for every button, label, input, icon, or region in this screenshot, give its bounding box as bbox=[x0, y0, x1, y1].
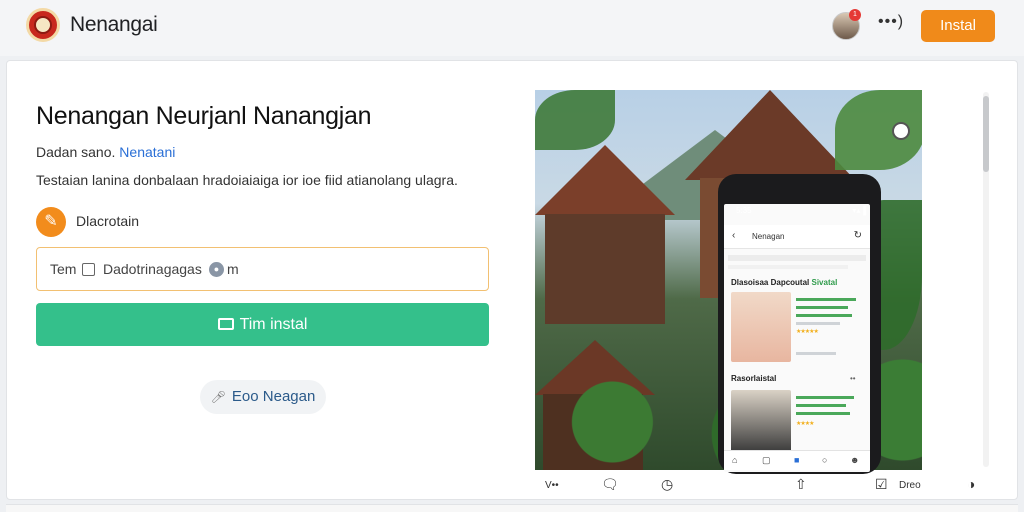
rating-stars: ★★★★★ bbox=[796, 329, 819, 335]
refresh-icon[interactable]: ↻ bbox=[854, 230, 862, 241]
toolbar-item-1[interactable]: V•• bbox=[545, 480, 559, 491]
subline-link[interactable]: Nenatani bbox=[119, 144, 175, 160]
gallery-icon[interactable] bbox=[892, 122, 910, 140]
phone-text-line bbox=[796, 322, 840, 325]
house-wall bbox=[545, 214, 665, 324]
phone-section-title-b: Dapcoutal bbox=[770, 278, 810, 287]
phone-more[interactable]: •• bbox=[850, 374, 856, 383]
phone-thumbnail[interactable] bbox=[731, 292, 791, 362]
home-icon[interactable]: ⌂ bbox=[732, 455, 737, 465]
phone-text-line bbox=[796, 306, 848, 309]
chip-label: Eoo Neagan bbox=[231, 388, 316, 405]
toolbar-item-2[interactable]: Dreo bbox=[899, 480, 921, 491]
house-roof bbox=[685, 90, 855, 180]
logo-emblem bbox=[34, 16, 52, 34]
phone-thumbnail[interactable] bbox=[731, 390, 791, 452]
app-logo[interactable] bbox=[26, 8, 60, 42]
checkbox-icon[interactable] bbox=[82, 263, 95, 276]
bottom-toolbar: V•• 🗨︎ ◷ ⇧ ☑ Dreo ◑ bbox=[535, 470, 1005, 500]
input-value: Dadotrinagagas bbox=[103, 261, 202, 277]
subline-text: Dadan sano. bbox=[36, 144, 116, 160]
more-icon[interactable]: •••) bbox=[878, 13, 904, 31]
image-icon bbox=[217, 318, 234, 330]
phone-text-line bbox=[796, 314, 852, 317]
phone-clock: 5:35 bbox=[736, 206, 752, 215]
bottom-edge bbox=[6, 504, 1018, 512]
clock-icon[interactable]: ◷ bbox=[661, 476, 673, 493]
input-prefix: Tem bbox=[50, 261, 77, 277]
palm-leaf bbox=[535, 90, 615, 150]
notification-badge: 1 bbox=[849, 9, 861, 21]
share-icon[interactable]: ⇧ bbox=[795, 476, 807, 493]
submit-label: Tim instal bbox=[239, 316, 308, 333]
chip-button[interactable]: 🎤︎ Eoo Neagan bbox=[200, 380, 326, 414]
profile-icon[interactable]: ☻ bbox=[850, 455, 859, 465]
phone-text-line bbox=[796, 352, 836, 355]
edit-circle-icon: ✎ bbox=[36, 207, 66, 237]
install-button[interactable]: Instal bbox=[921, 10, 995, 42]
phone-app-bar: ‹ Nenagan ↻ bbox=[724, 225, 870, 249]
house-roof bbox=[535, 145, 675, 215]
grid-icon[interactable]: ▢ bbox=[762, 455, 771, 466]
search-input[interactable]: Tem Dadotrinagagas ● m bbox=[36, 247, 489, 291]
phone-text-line bbox=[796, 298, 856, 301]
phone-section-title-2: Rasorlaistal bbox=[731, 374, 777, 383]
phone-text-line bbox=[796, 404, 846, 407]
phone-section-title: Dlasoisaa Dapcoutal Sivatal bbox=[731, 278, 837, 287]
globe-icon[interactable]: ◑ bbox=[967, 476, 975, 492]
page-title: Nenangan Neurjanl Nanangjan bbox=[36, 102, 372, 130]
phone-sub-strip bbox=[728, 265, 848, 269]
bot-icon: ● bbox=[209, 262, 224, 277]
subline: Dadan sano. Nenatani bbox=[36, 144, 175, 160]
back-icon[interactable]: ‹ bbox=[732, 230, 735, 241]
chat-icon[interactable]: 🗨︎ bbox=[601, 476, 619, 493]
chat-icon[interactable]: ○ bbox=[822, 455, 827, 465]
phone-text-line bbox=[796, 396, 854, 399]
checkbox-note-icon[interactable]: ☑ bbox=[875, 476, 888, 493]
phone-nav-bar: ⌂ ▢ ■ ○ ☻ bbox=[724, 450, 870, 470]
signal-icon: ▾▴▐ bbox=[852, 206, 866, 215]
app-title: Nenangai bbox=[70, 13, 158, 36]
shield-icon[interactable]: ■ bbox=[794, 455, 799, 465]
submit-install-button[interactable]: Tim instal bbox=[36, 303, 489, 346]
phone-search-strip bbox=[728, 255, 866, 261]
phone-section-title-a: Dlasoisaa bbox=[731, 278, 769, 287]
description: Testaian lanina donbalaan hradoiaiaiga i… bbox=[36, 172, 458, 188]
phone-app-title: Nenagan bbox=[752, 232, 785, 241]
input-suffix: m bbox=[227, 261, 239, 277]
rating-stars: ★★★★ bbox=[796, 421, 814, 427]
scrollbar-thumb[interactable] bbox=[983, 96, 989, 172]
section-label: Dlacrotain bbox=[76, 213, 140, 229]
mic-icon: 🎤︎ bbox=[210, 390, 226, 404]
phone-section-title-hl: Sivatal bbox=[811, 278, 838, 287]
phone-text-line bbox=[796, 412, 850, 415]
